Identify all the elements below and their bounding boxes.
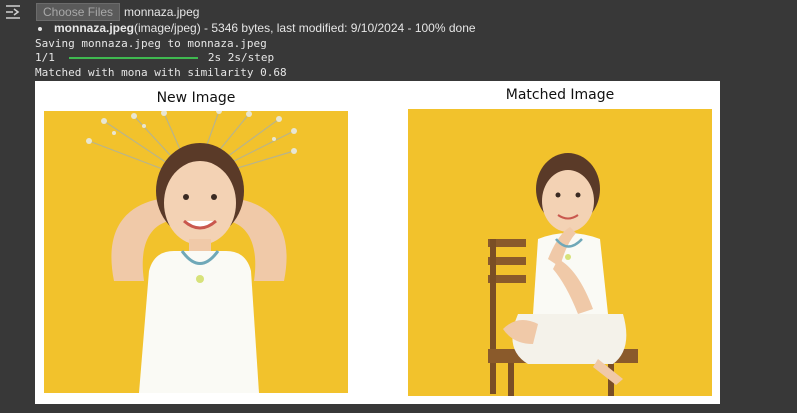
uploaded-file-info: monnaza.jpeg (image/jpeg) - 5346 bytes, … bbox=[36, 21, 476, 36]
progress-time: 2s 2s/step bbox=[207, 51, 275, 64]
match-result-line: Matched with mona with similarity 0.68 bbox=[35, 66, 287, 79]
selected-file-name: monnaza.jpeg bbox=[124, 5, 200, 19]
new-image bbox=[44, 111, 348, 393]
progress-step: 1/1 bbox=[35, 51, 55, 64]
output-toggle-icon[interactable] bbox=[4, 4, 22, 20]
uploaded-file-details: (image/jpeg) - 5346 bytes, last modified… bbox=[134, 21, 476, 35]
progress-line: 1/1 2s 2s/step bbox=[35, 51, 274, 65]
matched-image bbox=[408, 109, 712, 396]
bullet-icon bbox=[38, 26, 42, 31]
left-panel-title: New Image bbox=[156, 90, 236, 106]
choose-files-button[interactable]: Choose Files bbox=[36, 3, 121, 21]
progress-bar bbox=[68, 57, 198, 59]
file-upload-row: Choose Files monnaza.jpeg bbox=[36, 3, 199, 21]
comparison-figure: New Image Matched Image bbox=[35, 81, 720, 404]
saving-line: Saving monnaza.jpeg to monnaza.jpeg bbox=[35, 37, 267, 50]
uploaded-file-name: monnaza.jpeg bbox=[54, 21, 135, 35]
right-panel-title: Matched Image bbox=[505, 87, 615, 103]
